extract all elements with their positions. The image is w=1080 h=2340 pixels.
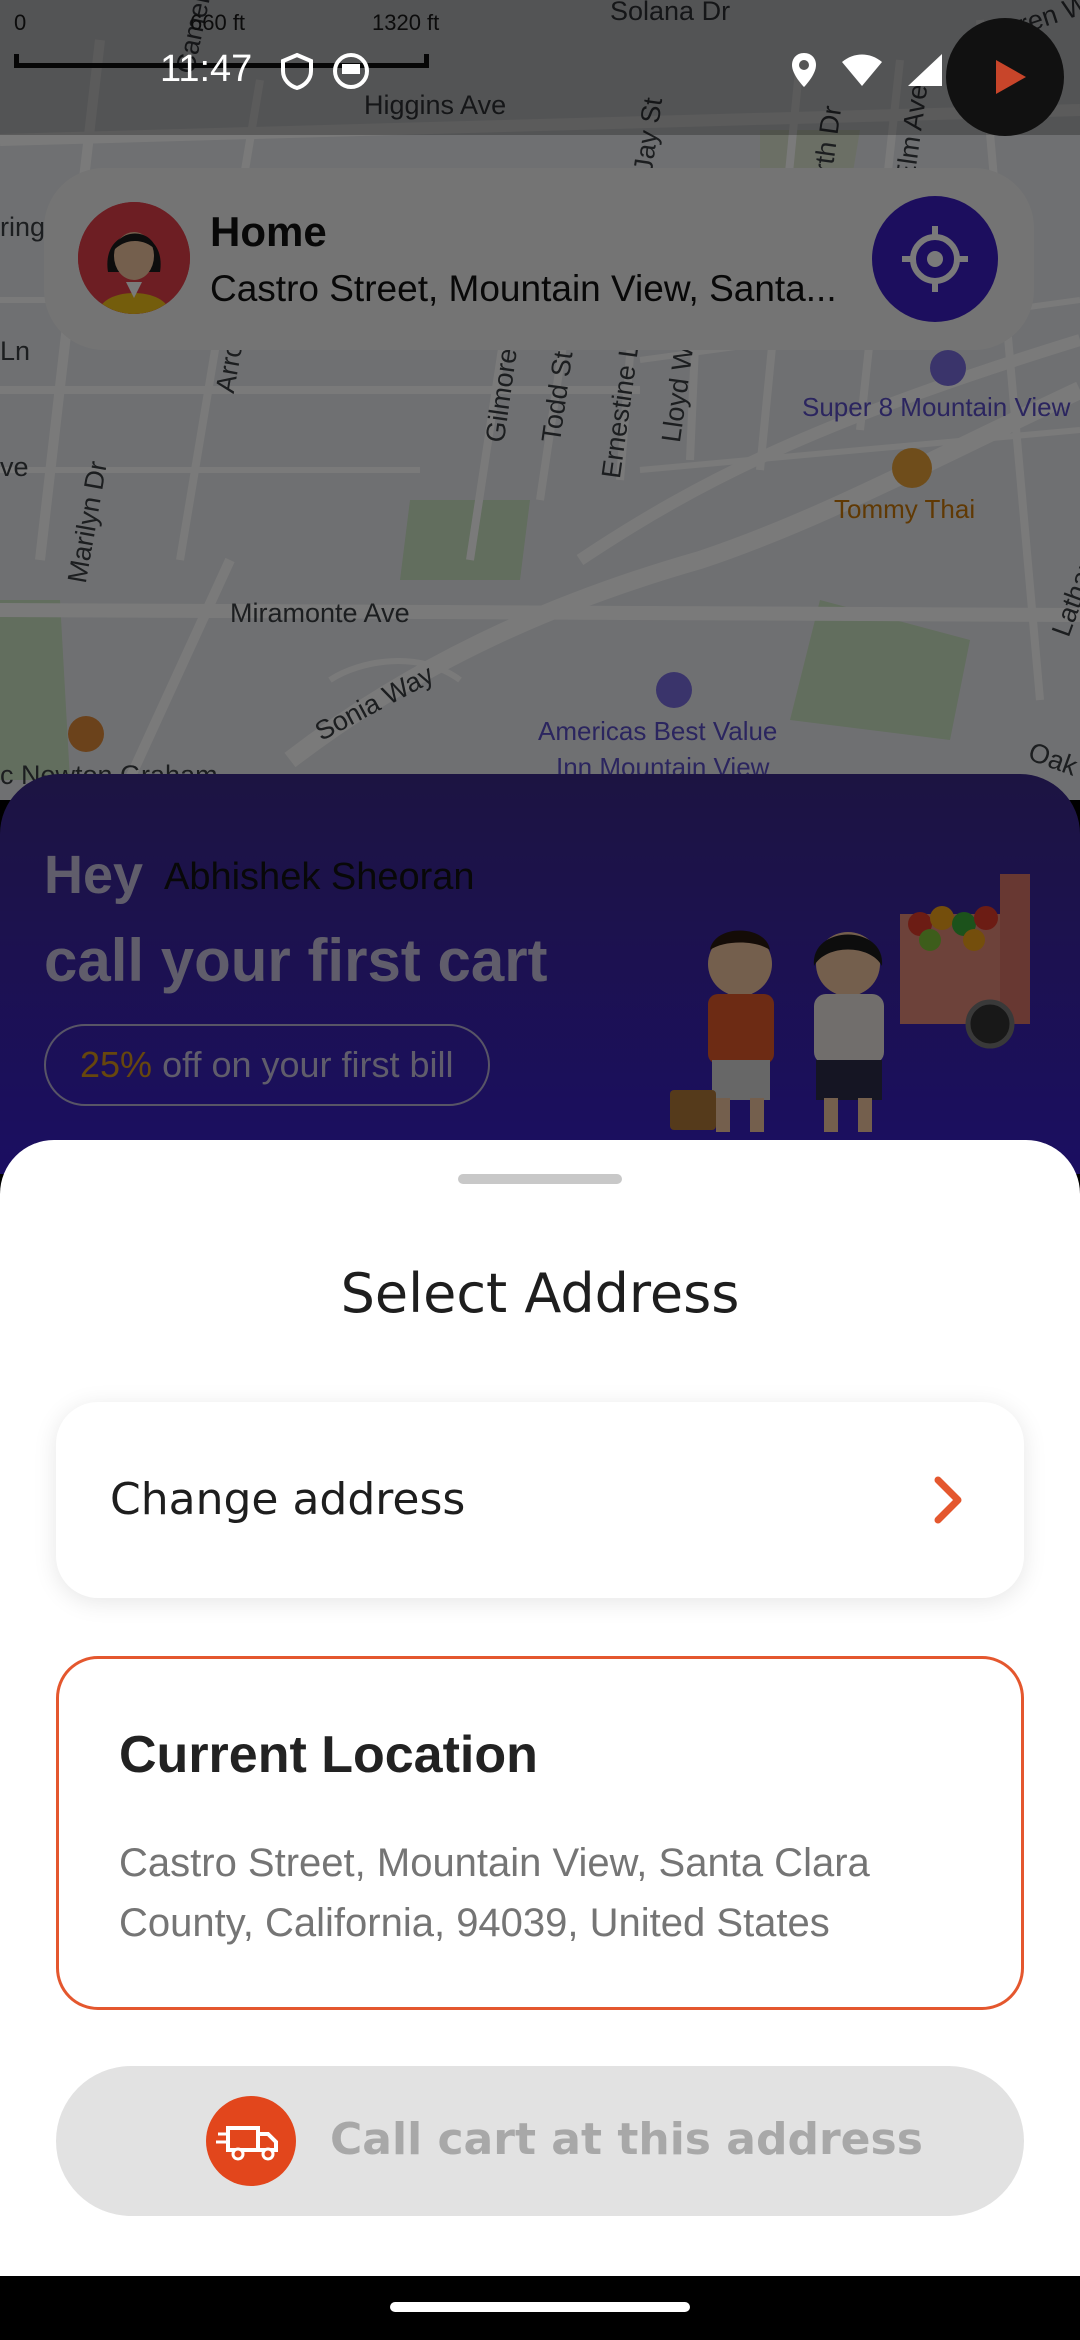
user-name: Abhishek Sheoran	[164, 856, 475, 898]
status-time: 11:47	[160, 48, 253, 90]
chevron-right-icon	[934, 1476, 962, 1524]
drag-handle[interactable]	[458, 1174, 622, 1184]
status-icons-left	[280, 52, 370, 90]
home-card-title: Home	[210, 208, 327, 255]
promo-title: call your first cart	[44, 927, 548, 994]
sheet-title: Select Address	[340, 1262, 740, 1325]
signal-icon	[908, 54, 942, 86]
app-notification-icon	[333, 53, 369, 89]
delivery-truck-icon	[206, 2096, 296, 2186]
crosshair-icon	[902, 226, 968, 292]
change-address-label: Change address	[110, 1474, 466, 1525]
avatar	[78, 202, 190, 314]
call-cart-label: Call cart at this address	[330, 2114, 923, 2165]
greeting-text: Hey	[44, 845, 144, 905]
call-cart-button[interactable]: Call cart at this address	[56, 2066, 1024, 2216]
current-location-address: Castro Street, Mountain View, Santa Clar…	[119, 1841, 870, 1945]
map-street-label: Ln	[0, 336, 31, 366]
change-address-button[interactable]: Change address	[56, 1402, 1024, 1598]
place-icon[interactable]	[68, 716, 104, 752]
status-bar: 11:47	[0, 0, 1080, 136]
poi-label[interactable]: Super 8 Mountain View	[802, 392, 1070, 423]
wifi-icon	[842, 54, 882, 86]
poi-label[interactable]: Americas Best Value	[538, 716, 777, 747]
home-address-card[interactable]: Home Castro Street, Mountain View, Santa…	[44, 168, 1034, 350]
poi-label[interactable]: Tommy Thai	[834, 494, 975, 525]
hotel-icon[interactable]	[930, 350, 966, 386]
map-street-label: ve	[0, 452, 29, 482]
home-card-address: Castro Street, Mountain View, Santa...	[210, 268, 837, 309]
hotel-icon[interactable]	[656, 672, 692, 708]
play-icon	[996, 60, 1026, 94]
navigation-bar	[0, 2276, 1080, 2340]
map-street-label: Miramonte Ave	[230, 598, 410, 628]
my-location-button[interactable]	[872, 196, 998, 322]
current-location-title: Current Location	[119, 1726, 538, 1784]
offer-percent: 25%	[80, 1044, 153, 1085]
select-address-sheet: Select Address Change address Current Lo…	[0, 1140, 1080, 2276]
offer-text: off on your first bill	[152, 1044, 454, 1085]
cart-illustration	[670, 874, 1030, 1132]
restaurant-icon[interactable]	[892, 448, 932, 488]
current-location-card[interactable]: Current Location Castro Street, Mountain…	[56, 1656, 1024, 2010]
screen-record-button[interactable]	[946, 18, 1064, 136]
promo-banner[interactable]: Hey Abhishek Sheoran call your first car…	[0, 774, 1080, 1174]
shield-icon	[281, 52, 313, 90]
location-icon	[792, 53, 816, 87]
offer-pill: 25% off on your first bill	[44, 1024, 490, 1106]
home-gesture-handle[interactable]	[390, 2302, 690, 2312]
